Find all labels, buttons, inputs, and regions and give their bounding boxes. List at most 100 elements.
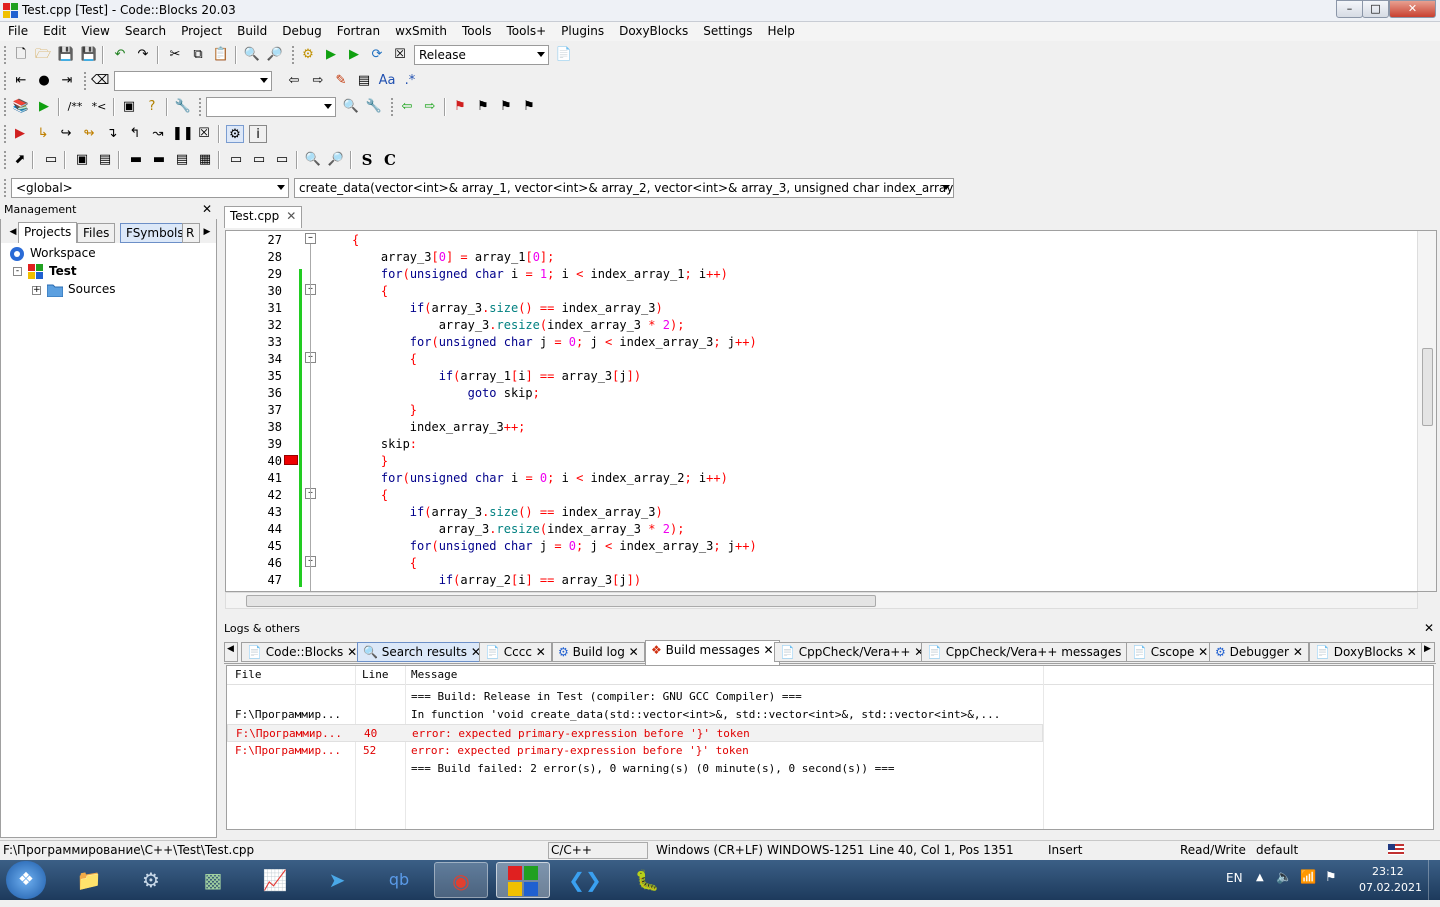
maximize-button[interactable]: □ — [1362, 0, 1389, 18]
tab-doxyblocks[interactable]: 📄 DoxyBlocks ✕ — [1309, 642, 1423, 662]
clock-date[interactable]: 07.02.2021 — [1359, 881, 1422, 894]
line-number[interactable]: 33 — [226, 335, 282, 349]
code-line[interactable]: for(unsigned char i = 0; i < index_array… — [352, 471, 728, 485]
format-c-button[interactable]: C — [381, 151, 399, 169]
next-jump-icon[interactable]: ⇨ — [421, 98, 439, 116]
tab-cccc[interactable]: 📄 Cccc ✕ — [479, 642, 552, 662]
explorer-task-icon[interactable]: 📁 — [62, 862, 116, 898]
vertical-scroll-thumb[interactable] — [1422, 348, 1433, 426]
menu-search[interactable]: Search — [117, 22, 173, 38]
line-number[interactable]: 47 — [226, 573, 282, 587]
line-number[interactable]: 29 — [226, 267, 282, 281]
project-node[interactable]: Test — [49, 264, 77, 278]
toolbar-grip[interactable] — [4, 46, 8, 64]
code-line[interactable]: { — [352, 284, 388, 298]
line-number[interactable]: 34 — [226, 352, 282, 366]
line-number[interactable]: 32 — [226, 318, 282, 332]
function-select[interactable]: create_data(vector<int>& array_1, vector… — [294, 178, 954, 198]
forward-icon[interactable]: ⇨ — [309, 72, 327, 90]
network-icon[interactable]: 📶 — [1300, 870, 1316, 885]
close-icon[interactable]: ✕ — [202, 202, 212, 216]
toolbar-grip[interactable] — [84, 72, 88, 90]
code-line[interactable]: } — [352, 403, 417, 417]
rebuild-icon[interactable]: ⟳ — [368, 46, 386, 64]
match-case-icon[interactable]: Aa — [378, 72, 396, 90]
next-flag-icon[interactable]: ⚑ — [497, 98, 515, 116]
menu-file[interactable]: File — [0, 22, 35, 38]
toolbar-grip[interactable] — [4, 151, 8, 169]
step-instruction-icon[interactable]: ↝ — [149, 125, 167, 143]
toolbar-grip[interactable] — [4, 98, 8, 116]
menu-project[interactable]: Project — [173, 22, 229, 38]
run-icon[interactable]: ▶ — [322, 46, 340, 64]
line-number[interactable]: 39 — [226, 437, 282, 451]
paste-icon[interactable]: 📋 — [212, 46, 230, 64]
code-line[interactable]: array_3[0] = array_1[0]; — [352, 250, 554, 264]
line-number[interactable]: 27 — [226, 233, 282, 247]
build-messages-list[interactable]: File Line Message === Build: Release in … — [226, 665, 1434, 830]
keyboard-language[interactable]: EN — [1226, 871, 1243, 885]
vsizer-icon[interactable]: ▬ — [150, 151, 168, 169]
doxy-config-icon[interactable]: 🔧 — [174, 98, 192, 116]
horizontal-scrollbar[interactable] — [225, 592, 1418, 609]
toolbar-grip[interactable] — [4, 125, 8, 143]
open-folder-icon[interactable]: 🗁 — [34, 46, 52, 64]
scrolled-window-icon[interactable]: ▭ — [273, 151, 291, 169]
highlight-icon[interactable]: ✎ — [332, 72, 350, 90]
build-gear-icon[interactable]: ⚙ — [299, 46, 317, 64]
save-all-icon[interactable]: 💾 — [80, 46, 98, 64]
message-row[interactable]: F:\Программир... In function 'void create… — [227, 706, 1043, 724]
tab-files[interactable]: Files — [77, 223, 116, 243]
new-file-icon[interactable]: 🗋 — [12, 46, 30, 64]
panel-icon[interactable]: ▭ — [227, 151, 245, 169]
next-instruction-icon[interactable]: ↬ — [80, 125, 98, 143]
codeblocks-task-icon[interactable] — [496, 862, 550, 898]
bookmark-flag-icon[interactable]: ⚑ — [451, 98, 469, 116]
code-line[interactable]: skip: — [352, 437, 417, 451]
menu-tools[interactable]: Tools — [454, 22, 499, 38]
tab-scroll-right-icon[interactable]: ▶ — [1421, 642, 1435, 662]
format-s-button[interactable]: S — [358, 151, 376, 169]
line-number[interactable]: 42 — [226, 488, 282, 502]
debug-info-icon[interactable]: i — [249, 125, 267, 143]
message-row[interactable]: === Build: Release in Test (compiler: GN… — [227, 688, 1043, 706]
doxywizard-icon[interactable]: 📚 — [12, 98, 30, 116]
tab-test-cpp[interactable]: Test.cpp ✕ — [224, 206, 303, 228]
run-html-icon[interactable]: ▣ — [120, 98, 138, 116]
selected-text-icon[interactable]: ▤ — [355, 72, 373, 90]
tab-search-results[interactable]: 🔍 Search results ✕ — [357, 642, 487, 662]
zoom-out-icon[interactable]: 🔎 — [327, 151, 345, 169]
menu-help[interactable]: Help — [759, 22, 801, 38]
copy-icon[interactable]: ⧉ — [189, 46, 207, 64]
close-window-button[interactable]: ✕ — [1389, 0, 1436, 18]
run-chm-icon[interactable]: ? — [143, 98, 161, 116]
debug-run-icon[interactable]: ▶ — [11, 125, 29, 143]
thread-search-icon[interactable]: 🔍 — [342, 98, 360, 116]
build-target-select[interactable]: Release — [414, 45, 549, 65]
collapse-icon[interactable]: - — [13, 267, 22, 276]
code-line[interactable]: { — [352, 488, 388, 502]
line-number[interactable]: 45 — [226, 539, 282, 553]
telegram-task-icon[interactable]: ➤ — [310, 862, 364, 898]
menu-build[interactable]: Build — [229, 22, 274, 38]
frame-icon[interactable]: ▭ — [42, 151, 60, 169]
tab-cscope[interactable]: 📄 Cscope ✕ — [1126, 642, 1215, 662]
vertical-scrollbar[interactable] — [1417, 231, 1436, 591]
code-line[interactable]: for(unsigned char j = 0; j < index_array… — [352, 539, 757, 553]
code-line[interactable]: if(array_2[i] == array_3[j]) — [352, 573, 641, 587]
clock-time[interactable]: 23:12 — [1372, 865, 1404, 878]
qbittorrent-task-icon[interactable]: qb — [372, 862, 426, 898]
zoom-in-icon[interactable]: 🔍 — [304, 151, 322, 169]
clear-flags-icon[interactable]: ⚑ — [520, 98, 538, 116]
tab-projects[interactable]: Projects — [18, 222, 78, 243]
menu-plugins[interactable]: Plugins — [553, 22, 611, 38]
thread-search-options-icon[interactable]: 🔧 — [365, 98, 383, 116]
thread-search-input[interactable] — [206, 97, 336, 117]
menu-fortran[interactable]: Fortran — [329, 22, 387, 38]
incremental-search-input[interactable] — [114, 71, 272, 91]
menu-view[interactable]: View — [73, 22, 116, 38]
chart-app-task-icon[interactable]: 📈 — [248, 862, 302, 898]
toolbar-grip[interactable] — [4, 179, 8, 197]
next-bookmark-icon[interactable]: ⇥ — [58, 72, 76, 90]
line-number[interactable]: 31 — [226, 301, 282, 315]
